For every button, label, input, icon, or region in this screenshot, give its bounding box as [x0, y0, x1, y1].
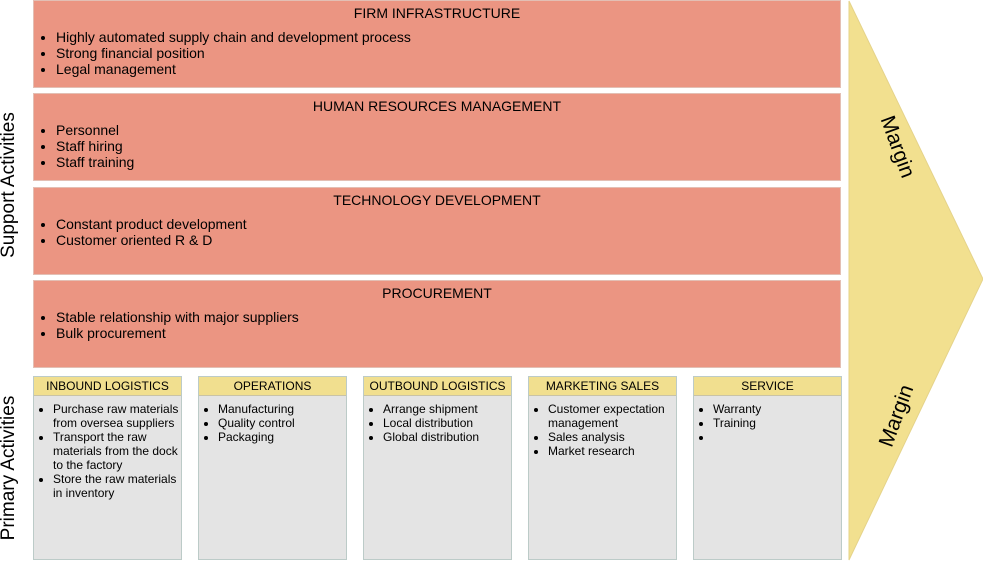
- block-list: Arrange shipment Local distribution Glob…: [364, 402, 511, 444]
- list-item: Personnel: [56, 122, 840, 138]
- list-item: Purchase raw materials from oversea supp…: [53, 402, 181, 430]
- block-title: INBOUND LOGISTICS: [34, 377, 181, 396]
- list-item: Store the raw materials in inventory: [53, 472, 181, 500]
- list-item: Customer oriented R & D: [56, 232, 840, 248]
- list-item: Warranty: [713, 402, 841, 416]
- list-item: Quality control: [218, 416, 346, 430]
- inbound-logistics-block: INBOUND LOGISTICS Purchase raw materials…: [33, 376, 182, 560]
- block-list: Stable relationship with major suppliers…: [34, 309, 840, 341]
- block-list: Personnel Staff hiring Staff training: [34, 122, 840, 170]
- list-item: Transport the raw materials from the doc…: [53, 430, 181, 472]
- procurement-block: PROCUREMENT Stable relationship with maj…: [33, 280, 841, 368]
- block-title: HUMAN RESOURCES MANAGEMENT: [312, 98, 562, 114]
- margin-arrow-shape: [848, 0, 983, 561]
- block-title: PROCUREMENT: [382, 285, 492, 301]
- list-item: Market research: [548, 444, 676, 458]
- list-item: Stable relationship with major suppliers: [56, 309, 840, 325]
- primary-activities-label: Primary Activities: [0, 395, 19, 541]
- block-title: TECHNOLOGY DEVELOPMENT: [333, 192, 541, 208]
- margin-arrow-polygon: [848, 0, 983, 561]
- list-item: Constant product development: [56, 216, 840, 232]
- block-list: Manufacturing Quality control Packaging: [199, 402, 346, 444]
- block-title: MARKETING SALES: [529, 377, 676, 396]
- block-list: Purchase raw materials from oversea supp…: [34, 402, 181, 500]
- list-item: Bulk procurement: [56, 325, 840, 341]
- block-list: Customer expectation management Sales an…: [529, 402, 676, 458]
- service-block: SERVICE Warranty Training: [693, 376, 842, 560]
- marketing-sales-block: MARKETING SALES Customer expectation man…: [528, 376, 677, 560]
- list-item: Packaging: [218, 430, 346, 444]
- block-title: SERVICE: [694, 377, 841, 396]
- block-title: OPERATIONS: [199, 377, 346, 396]
- block-title: OUTBOUND LOGISTICS: [364, 377, 511, 396]
- outbound-logistics-block: OUTBOUND LOGISTICS Arrange shipment Loca…: [363, 376, 512, 560]
- list-item: Local distribution: [383, 416, 511, 430]
- list-item: Global distribution: [383, 430, 511, 444]
- block-title: FIRM INFRASTRUCTURE: [353, 5, 521, 21]
- list-item: Manufacturing: [218, 402, 346, 416]
- firm-infrastructure-block: FIRM INFRASTRUCTURE Highly automated sup…: [33, 0, 841, 88]
- list-item: Staff hiring: [56, 138, 840, 154]
- block-list: Warranty Training: [694, 402, 841, 444]
- human-resources-block: HUMAN RESOURCES MANAGEMENT Personnel Sta…: [33, 93, 841, 181]
- list-item: Customer expectation management: [548, 402, 676, 430]
- list-item: Training: [713, 416, 841, 430]
- list-item: Staff training: [56, 154, 840, 170]
- list-item: [713, 430, 841, 444]
- operations-block: OPERATIONS Manufacturing Quality control…: [198, 376, 347, 560]
- block-list: Constant product development Customer or…: [34, 216, 840, 248]
- list-item: Strong financial position: [56, 45, 840, 61]
- block-list: Highly automated supply chain and develo…: [34, 29, 840, 77]
- list-item: Highly automated supply chain and develo…: [56, 29, 840, 45]
- list-item: Arrange shipment: [383, 402, 511, 416]
- technology-development-block: TECHNOLOGY DEVELOPMENT Constant product …: [33, 187, 841, 275]
- list-item: Legal management: [56, 61, 840, 77]
- list-item: Sales analysis: [548, 430, 676, 444]
- support-activities-label: Support Activities: [0, 112, 19, 258]
